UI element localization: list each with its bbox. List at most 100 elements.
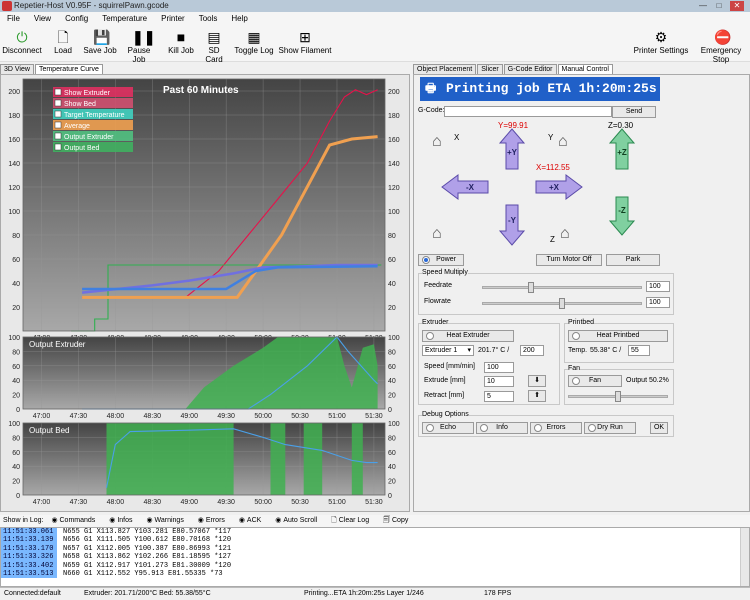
plus-z-button[interactable]: +Z (608, 128, 636, 170)
load-button[interactable]: 🗋 Load (50, 28, 76, 60)
menu-tools[interactable]: Tools (192, 12, 225, 26)
y-tick-label-right: 120 (388, 185, 400, 192)
send-button[interactable]: Send (612, 106, 656, 118)
plus-x-button[interactable]: +X (535, 174, 583, 200)
auto-scroll-toggle[interactable]: ◉ Auto Scroll (275, 515, 323, 527)
extrude-down-button[interactable]: ⬇ (528, 375, 546, 387)
y-tick-label-right: 20 (388, 479, 396, 486)
bed-target-input[interactable]: 55 (628, 345, 650, 356)
menu-help[interactable]: Help (224, 12, 254, 26)
copy-button[interactable]: 🗐 Copy (383, 515, 414, 527)
printer-settings-button[interactable]: ⚙ Printer Settings (632, 28, 690, 60)
emergency-stop-button[interactable]: ⛔ Emergency Stop (694, 28, 748, 64)
turn-motor-off-button[interactable]: Turn Motor Off (536, 254, 602, 266)
menu-bar: File View Config Temperature Printer Tools Hel… (0, 12, 750, 26)
y-tick-label-right: 60 (388, 450, 396, 457)
minus-y-button[interactable]: -Y (498, 204, 526, 246)
y-tick-label: 80 (12, 435, 20, 442)
feedrate-slider-thumb[interactable] (528, 282, 535, 293)
toggle-log-button[interactable]: ▦ Toggle Log (233, 28, 275, 60)
chart-panel-1: 0 0 20 20 40 40 60 60 80 80 100 100 47:00 47:30 48:00 4… (8, 335, 399, 420)
heat-printbed-button[interactable]: Heat Printbed (568, 330, 668, 342)
errors-toggle[interactable]: ◉ Errors (198, 515, 231, 527)
speed-input[interactable]: 100 (484, 362, 514, 373)
ack-toggle[interactable]: ◉ ACK (239, 515, 267, 527)
home-z-icon[interactable]: ⌂ (560, 225, 570, 243)
clear-log-button[interactable]: 🗋 Clear Log (331, 515, 375, 527)
commands-toggle[interactable]: ◉ Commands (51, 515, 101, 527)
errors-button[interactable]: Errors (530, 422, 582, 434)
flowrate-slider-thumb[interactable] (559, 298, 565, 309)
legend-checkbox (54, 143, 62, 151)
legend-label: Target Temperature (64, 112, 125, 119)
plus-z-label: +Z (617, 148, 627, 157)
y-tick-label-right: 40 (388, 464, 396, 471)
log-scrollbar[interactable] (740, 528, 749, 586)
log-panel[interactable]: 11:51:33.061 N655 G1 X113.827 Y103.281 E8… (0, 527, 750, 587)
dry-run-radio (588, 424, 596, 432)
minimize-button[interactable]: — (696, 1, 710, 11)
y-tick-label-right: 100 (388, 335, 400, 342)
x-tick-label: 50:30 (291, 413, 309, 420)
feedrate-slider[interactable] (482, 286, 642, 289)
menu-view[interactable]: View (27, 12, 58, 26)
close-button[interactable]: ✕ (730, 1, 744, 11)
menu-temperature[interactable]: Temperature (95, 12, 154, 26)
home-all-icon[interactable]: ⌂ (432, 225, 442, 243)
save-job-button[interactable]: 💾 Save Job (83, 28, 117, 60)
infos-toggle[interactable]: ◉ Infos (109, 515, 138, 527)
park-button[interactable]: Park (606, 254, 660, 266)
extrude-input[interactable]: 10 (484, 376, 514, 387)
plus-y-button[interactable]: +Y (498, 128, 526, 170)
y-tick-label: 100 (8, 335, 20, 342)
y-tick-label: 180 (8, 113, 20, 120)
dry-run-button[interactable]: Dry Run (584, 422, 636, 434)
x-tick-label: 49:30 (217, 499, 235, 506)
extruder-target-input[interactable]: 200 (520, 345, 544, 356)
power-icon: ⏻ (16, 29, 28, 45)
pause-job-button[interactable]: ❚❚ Pause Job (121, 28, 157, 64)
retract-up-button[interactable]: ⬆ (528, 390, 546, 402)
minus-z-button[interactable]: -Z (608, 196, 636, 236)
kill-job-button[interactable]: ■ Kill Job (167, 28, 195, 60)
legend-checkbox (54, 110, 62, 118)
menu-file[interactable]: File (0, 12, 27, 26)
sd-card-button[interactable]: ▤ SD Card (199, 28, 229, 64)
retract-input[interactable]: 5 (484, 391, 514, 402)
y-tick-label-right: 100 (388, 209, 400, 216)
heat-extruder-button[interactable]: Heat Extruder (422, 330, 514, 342)
power-button[interactable]: Power (418, 254, 464, 266)
minus-x-button[interactable]: -X (441, 174, 489, 200)
fan-output-readout: Output 50.2% (626, 377, 669, 384)
extruder-select[interactable]: Extruder 1 ▾ (422, 345, 474, 356)
maximize-button[interactable]: □ (712, 1, 726, 11)
chevron-down-icon: ▾ (467, 347, 471, 354)
chart-title: Past 60 Minutes (163, 85, 239, 96)
printer-icon: 🖶 (425, 82, 437, 96)
x-tick-label: 47:30 (70, 413, 88, 420)
x-tick-label: 49:00 (180, 499, 198, 506)
speed-multiply-group (418, 273, 674, 315)
show-filament-button[interactable]: ⊞ Show Filament (278, 28, 332, 60)
y-tick-label: 60 (12, 364, 20, 371)
plus-y-label: +Y (507, 148, 518, 157)
y-tick-label: 20 (12, 479, 20, 486)
info-button[interactable]: Info (476, 422, 528, 434)
x-tick-label: 47:00 (33, 413, 51, 420)
menu-config[interactable]: Config (58, 12, 95, 26)
toolbar: ⏻ Disconnect 🗋 Load 💾 Save Job ❚❚ Pause Job … (0, 26, 750, 64)
y-tick-label-right: 180 (388, 113, 400, 120)
fan-button[interactable]: Fan (568, 375, 622, 387)
warnings-toggle[interactable]: ◉ Warnings (146, 515, 189, 527)
disconnect-button[interactable]: ⏻ Disconnect (2, 28, 42, 60)
ok-button[interactable]: OK (650, 422, 668, 434)
x-tick-label: 48:30 (144, 499, 162, 506)
menu-printer[interactable]: Printer (154, 12, 192, 26)
echo-button[interactable]: Echo (422, 422, 474, 434)
feedrate-value[interactable]: 100 (646, 281, 670, 292)
y-tick-label: 100 (8, 421, 20, 428)
temperature-curve-panel: 20 20 40 40 60 60 80 80 100 100 120 120 140 140 160 160… (0, 74, 410, 512)
flowrate-value[interactable]: 100 (646, 297, 670, 308)
gcode-input[interactable] (444, 106, 612, 117)
fan-slider-thumb[interactable] (615, 391, 621, 402)
